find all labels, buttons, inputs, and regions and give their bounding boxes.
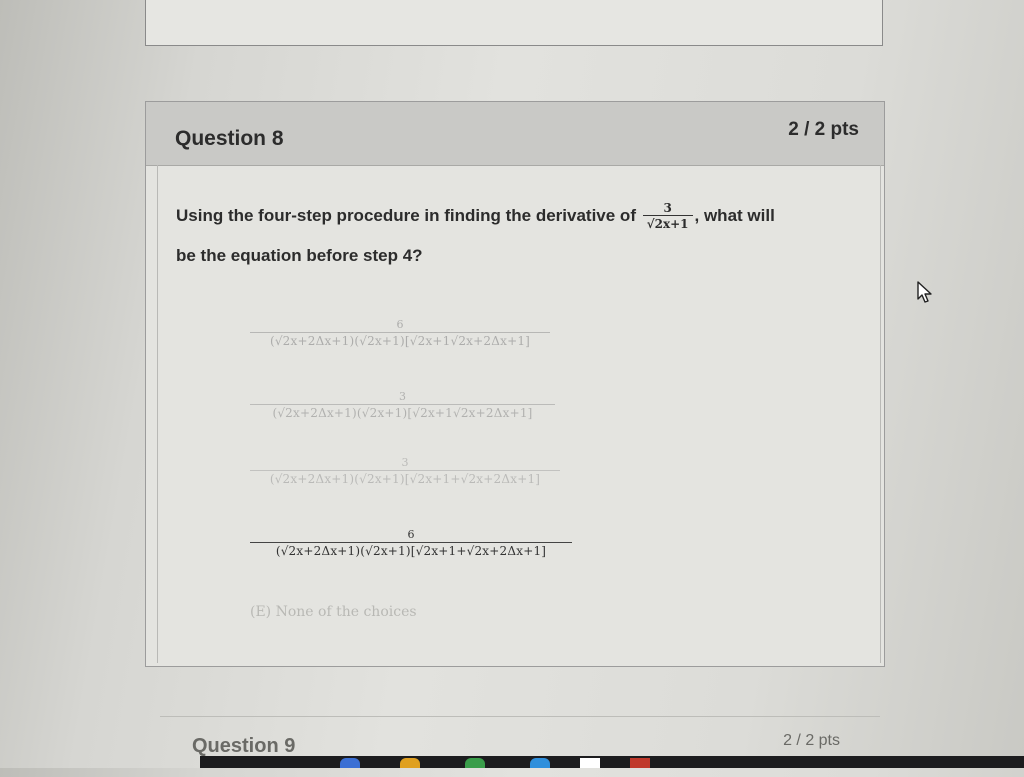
answer-option-b[interactable]: 3 (√2x+2Δx+1)(√2x+1)[√2x+1√2x+2Δx+1]: [250, 390, 555, 421]
answer-b-denominator: (√2x+2Δx+1)(√2x+1)[√2x+1√2x+2Δx+1]: [272, 406, 533, 420]
taskbar-app-icon[interactable]: [340, 758, 360, 768]
answer-d-numerator: 6: [407, 528, 415, 541]
answer-d-denominator: (√2x+2Δx+1)(√2x+1)[√2x+1+√2x+2Δx+1]: [275, 544, 547, 558]
question-fraction-denominator: √2x+1: [646, 217, 689, 232]
answer-option-c[interactable]: 3 (√2x+2Δx+1)(√2x+1)[√2x+1+√2x+2Δx+1]: [250, 456, 560, 487]
question-points: 2 / 2 pts: [788, 119, 859, 140]
question-text: Using the four-step procedure in finding…: [176, 196, 876, 276]
question-fraction: 3 √2x+1: [642, 201, 693, 232]
answer-c-numerator: 3: [401, 456, 409, 469]
mouse-cursor-icon: [916, 280, 934, 309]
answer-b-numerator: 3: [399, 390, 406, 403]
next-question-title: Question 9: [192, 735, 296, 757]
taskbar-app-icon[interactable]: [530, 758, 550, 768]
taskbar: [200, 756, 1024, 768]
answer-option-e[interactable]: (E) None of the choices: [250, 604, 417, 620]
question-text-before: Using the four-step procedure in finding…: [176, 206, 636, 225]
answer-option-a[interactable]: 6 (√2x+2Δx+1)(√2x+1)[√2x+1√2x+2Δx+1]: [250, 318, 550, 349]
taskbar-app-icon[interactable]: [580, 758, 600, 768]
answer-option-d[interactable]: 6 (√2x+2Δx+1)(√2x+1)[√2x+1+√2x+2Δx+1]: [250, 528, 572, 559]
answer-a-denominator: (√2x+2Δx+1)(√2x+1)[√2x+1√2x+2Δx+1]: [269, 334, 531, 348]
taskbar-app-icon[interactable]: [465, 758, 485, 768]
question-text-after: , what will: [694, 206, 775, 225]
answer-a-numerator: 6: [396, 318, 404, 331]
question-header: Question 8 2 / 2 pts: [146, 102, 884, 166]
question-fraction-numerator: 3: [642, 201, 693, 217]
next-question-points: 2 / 2 pts: [783, 732, 840, 749]
answer-c-denominator: (√2x+2Δx+1)(√2x+1)[√2x+1+√2x+2Δx+1]: [269, 472, 541, 486]
question-title: Question 8: [175, 127, 284, 150]
question-text-line2: be the equation before step 4?: [176, 246, 423, 265]
previous-question-card: [145, 0, 883, 46]
question-card: Question 8 2 / 2 pts: [145, 101, 885, 667]
taskbar-app-icon[interactable]: [630, 758, 650, 768]
taskbar-app-icon[interactable]: [400, 758, 420, 768]
